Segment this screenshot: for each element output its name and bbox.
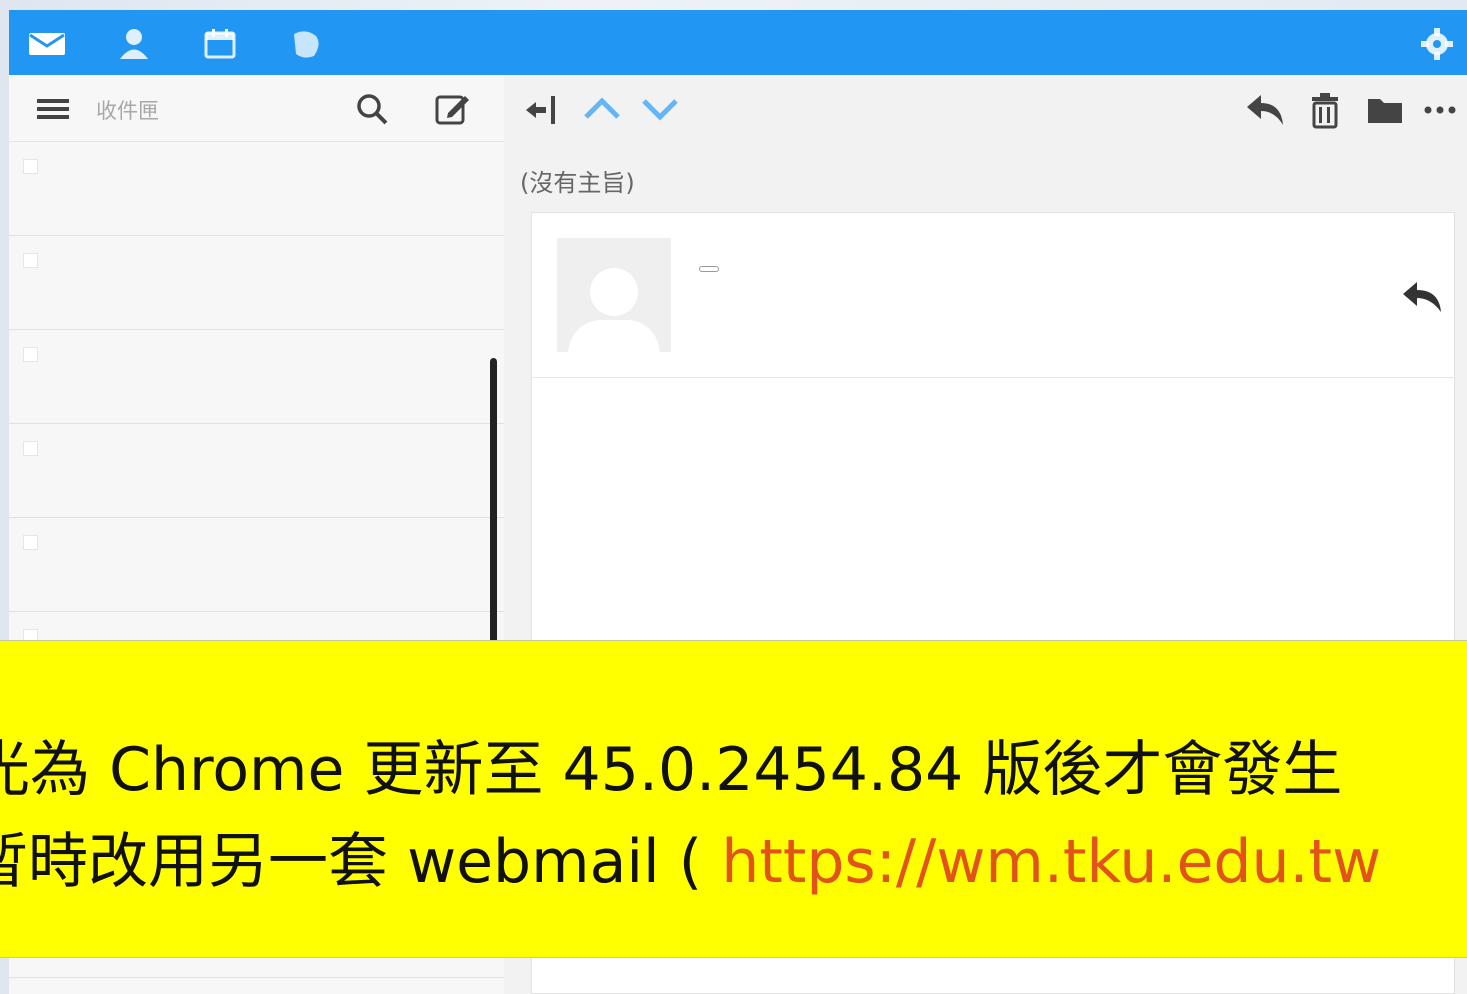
contacts-icon[interactable] bbox=[114, 24, 154, 64]
settings-icon[interactable] bbox=[1417, 24, 1457, 64]
notes-icon[interactable] bbox=[286, 24, 326, 64]
notice-banner: 光為 Chrome 更新至 45.0.2454.84 版後才會發生 暫時改用另一… bbox=[0, 640, 1467, 958]
select-checkbox[interactable] bbox=[23, 347, 38, 362]
top-nav-bar bbox=[9, 10, 1467, 75]
folder-icon[interactable] bbox=[1366, 93, 1404, 127]
banner-line-2-text: 暫時改用另一套 webmail ( bbox=[0, 827, 722, 897]
list-item[interactable] bbox=[9, 518, 504, 612]
message-header bbox=[532, 213, 1454, 378]
banner-line-2: 暫時改用另一套 webmail ( https://wm.tku.edu.tw bbox=[0, 813, 1381, 900]
next-message-icon[interactable] bbox=[640, 95, 680, 123]
compose-icon[interactable] bbox=[434, 91, 472, 127]
reply-icon[interactable] bbox=[1245, 91, 1287, 129]
list-item[interactable] bbox=[9, 142, 504, 236]
mail-list-toolbar: 收件匣 bbox=[9, 75, 504, 142]
search-icon[interactable] bbox=[354, 91, 390, 127]
folder-name: 收件匣 bbox=[96, 99, 159, 123]
select-checkbox[interactable] bbox=[23, 253, 38, 268]
collapse-pane-icon[interactable] bbox=[522, 93, 562, 127]
banner-line-1: 光為 Chrome 更新至 45.0.2454.84 版後才會發生 bbox=[0, 735, 1343, 805]
select-checkbox[interactable] bbox=[23, 535, 38, 550]
reply-icon[interactable] bbox=[1401, 278, 1445, 320]
select-checkbox[interactable] bbox=[23, 441, 38, 456]
person-placeholder-icon bbox=[568, 268, 660, 352]
trash-icon[interactable] bbox=[1308, 91, 1342, 129]
more-options-icon[interactable] bbox=[1422, 97, 1462, 123]
webmail-link[interactable]: https://wm.tku.edu.tw bbox=[721, 827, 1381, 897]
mail-list bbox=[9, 142, 504, 706]
message-toolbar bbox=[504, 75, 1467, 141]
sender-placeholder bbox=[699, 266, 719, 272]
message-subject: (沒有主旨) bbox=[520, 169, 635, 197]
menu-icon[interactable] bbox=[35, 95, 71, 123]
mail-icon[interactable] bbox=[27, 24, 67, 64]
list-scrollbar[interactable] bbox=[490, 358, 497, 666]
divider bbox=[9, 977, 504, 978]
list-item[interactable] bbox=[9, 330, 504, 424]
avatar bbox=[557, 238, 671, 352]
list-item[interactable] bbox=[9, 424, 504, 518]
previous-message-icon[interactable] bbox=[582, 95, 622, 123]
select-checkbox[interactable] bbox=[23, 159, 38, 174]
list-item[interactable] bbox=[9, 236, 504, 330]
calendar-icon[interactable] bbox=[200, 24, 240, 64]
